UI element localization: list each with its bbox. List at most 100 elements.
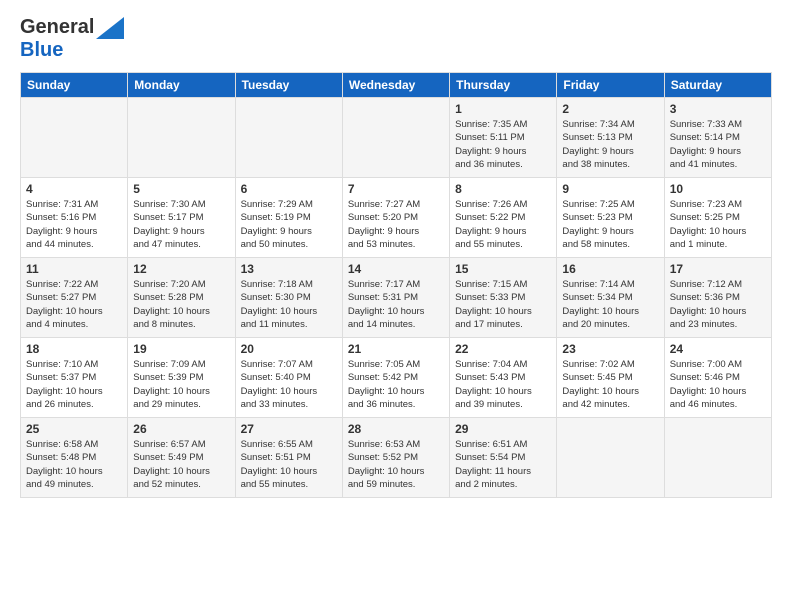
day-info: Sunrise: 7:15 AM Sunset: 5:33 PM Dayligh… (455, 278, 551, 331)
day-cell (557, 418, 664, 498)
day-cell (21, 98, 128, 178)
day-number: 6 (241, 182, 337, 196)
day-info: Sunrise: 7:25 AM Sunset: 5:23 PM Dayligh… (562, 198, 658, 251)
header-row: SundayMondayTuesdayWednesdayThursdayFrid… (21, 73, 772, 98)
day-cell: 5 Sunrise: 7:30 AM Sunset: 5:17 PM Daylig… (128, 178, 235, 258)
day-cell: 8 Sunrise: 7:26 AM Sunset: 5:22 PM Daylig… (450, 178, 557, 258)
day-cell: 3 Sunrise: 7:33 AM Sunset: 5:14 PM Daylig… (664, 98, 771, 178)
day-number: 18 (26, 342, 122, 356)
day-cell (664, 418, 771, 498)
day-info: Sunrise: 6:58 AM Sunset: 5:48 PM Dayligh… (26, 438, 122, 491)
day-cell (342, 98, 449, 178)
day-number: 11 (26, 262, 122, 276)
day-info: Sunrise: 7:34 AM Sunset: 5:13 PM Dayligh… (562, 118, 658, 171)
day-number: 28 (348, 422, 444, 436)
day-number: 9 (562, 182, 658, 196)
day-info: Sunrise: 7:04 AM Sunset: 5:43 PM Dayligh… (455, 358, 551, 411)
day-cell: 12 Sunrise: 7:20 AM Sunset: 5:28 PM Dayli… (128, 258, 235, 338)
day-cell: 10 Sunrise: 7:23 AM Sunset: 5:25 PM Dayli… (664, 178, 771, 258)
week-row-5: 25 Sunrise: 6:58 AM Sunset: 5:48 PM Dayli… (21, 418, 772, 498)
day-info: Sunrise: 7:30 AM Sunset: 5:17 PM Dayligh… (133, 198, 229, 251)
day-cell: 26Sunrise: 6:57 AM Sunset: 5:49 PM Dayli… (128, 418, 235, 498)
day-info: Sunrise: 7:23 AM Sunset: 5:25 PM Dayligh… (670, 198, 766, 251)
day-cell: 4 Sunrise: 7:31 AM Sunset: 5:16 PM Daylig… (21, 178, 128, 258)
day-number: 14 (348, 262, 444, 276)
day-number: 3 (670, 102, 766, 116)
day-number: 1 (455, 102, 551, 116)
day-cell: 15 Sunrise: 7:15 AM Sunset: 5:33 PM Dayli… (450, 258, 557, 338)
day-number: 26 (133, 422, 229, 436)
day-number: 10 (670, 182, 766, 196)
day-number: 2 (562, 102, 658, 116)
day-number: 15 (455, 262, 551, 276)
day-cell: 27Sunrise: 6:55 AM Sunset: 5:51 PM Dayli… (235, 418, 342, 498)
day-cell: 18 Sunrise: 7:10 AM Sunset: 5:37 PM Dayli… (21, 338, 128, 418)
day-number: 12 (133, 262, 229, 276)
day-number: 16 (562, 262, 658, 276)
day-number: 22 (455, 342, 551, 356)
day-info: Sunrise: 7:27 AM Sunset: 5:20 PM Dayligh… (348, 198, 444, 251)
day-cell: 29 Sunrise: 6:51 AM Sunset: 5:54 PM Dayli… (450, 418, 557, 498)
logo-blue: Blue (20, 39, 124, 62)
week-row-3: 11 Sunrise: 7:22 AM Sunset: 5:27 PM Dayli… (21, 258, 772, 338)
col-header-friday: Friday (557, 73, 664, 98)
day-cell: 19 Sunrise: 7:09 AM Sunset: 5:39 PM Dayli… (128, 338, 235, 418)
col-header-monday: Monday (128, 73, 235, 98)
day-cell: 1 Sunrise: 7:35 AM Sunset: 5:11 PM Daylig… (450, 98, 557, 178)
day-cell: 7 Sunrise: 7:27 AM Sunset: 5:20 PM Daylig… (342, 178, 449, 258)
day-info: Sunrise: 7:18 AM Sunset: 5:30 PM Dayligh… (241, 278, 337, 331)
header: General Blue (20, 16, 772, 62)
page: General Blue SundayMondayTuesdayWednesda… (0, 0, 792, 508)
calendar-table: SundayMondayTuesdayWednesdayThursdayFrid… (20, 72, 772, 498)
day-info: Sunrise: 7:14 AM Sunset: 5:34 PM Dayligh… (562, 278, 658, 331)
day-info: Sunrise: 7:07 AM Sunset: 5:40 PM Dayligh… (241, 358, 337, 411)
day-cell: 23Sunrise: 7:02 AM Sunset: 5:45 PM Dayli… (557, 338, 664, 418)
day-info: Sunrise: 7:12 AM Sunset: 5:36 PM Dayligh… (670, 278, 766, 331)
day-cell: 2 Sunrise: 7:34 AM Sunset: 5:13 PM Daylig… (557, 98, 664, 178)
day-number: 29 (455, 422, 551, 436)
day-info: Sunrise: 7:22 AM Sunset: 5:27 PM Dayligh… (26, 278, 122, 331)
day-number: 23 (562, 342, 658, 356)
day-cell: 13 Sunrise: 7:18 AM Sunset: 5:30 PM Dayli… (235, 258, 342, 338)
week-row-1: 1 Sunrise: 7:35 AM Sunset: 5:11 PM Daylig… (21, 98, 772, 178)
day-info: Sunrise: 6:51 AM Sunset: 5:54 PM Dayligh… (455, 438, 551, 491)
col-header-wednesday: Wednesday (342, 73, 449, 98)
col-header-sunday: Sunday (21, 73, 128, 98)
day-info: Sunrise: 7:17 AM Sunset: 5:31 PM Dayligh… (348, 278, 444, 331)
col-header-saturday: Saturday (664, 73, 771, 98)
day-cell: 25 Sunrise: 6:58 AM Sunset: 5:48 PM Dayli… (21, 418, 128, 498)
col-header-tuesday: Tuesday (235, 73, 342, 98)
day-number: 7 (348, 182, 444, 196)
day-number: 5 (133, 182, 229, 196)
day-cell: 24Sunrise: 7:00 AM Sunset: 5:46 PM Dayli… (664, 338, 771, 418)
day-cell: 6Sunrise: 7:29 AM Sunset: 5:19 PM Daylig… (235, 178, 342, 258)
day-number: 4 (26, 182, 122, 196)
day-cell (128, 98, 235, 178)
day-info: Sunrise: 7:26 AM Sunset: 5:22 PM Dayligh… (455, 198, 551, 251)
day-info: Sunrise: 7:20 AM Sunset: 5:28 PM Dayligh… (133, 278, 229, 331)
day-number: 27 (241, 422, 337, 436)
day-cell (235, 98, 342, 178)
day-number: 13 (241, 262, 337, 276)
day-info: Sunrise: 7:00 AM Sunset: 5:46 PM Dayligh… (670, 358, 766, 411)
day-info: Sunrise: 6:53 AM Sunset: 5:52 PM Dayligh… (348, 438, 444, 491)
day-number: 21 (348, 342, 444, 356)
day-cell: 16 Sunrise: 7:14 AM Sunset: 5:34 PM Dayli… (557, 258, 664, 338)
day-cell: 22 Sunrise: 7:04 AM Sunset: 5:43 PM Dayli… (450, 338, 557, 418)
day-info: Sunrise: 7:10 AM Sunset: 5:37 PM Dayligh… (26, 358, 122, 411)
day-info: Sunrise: 7:35 AM Sunset: 5:11 PM Dayligh… (455, 118, 551, 171)
day-number: 20 (241, 342, 337, 356)
day-info: Sunrise: 7:09 AM Sunset: 5:39 PM Dayligh… (133, 358, 229, 411)
day-number: 25 (26, 422, 122, 436)
day-cell: 20 Sunrise: 7:07 AM Sunset: 5:40 PM Dayli… (235, 338, 342, 418)
logo: General Blue (20, 16, 124, 62)
day-number: 19 (133, 342, 229, 356)
day-cell: 11 Sunrise: 7:22 AM Sunset: 5:27 PM Dayli… (21, 258, 128, 338)
day-cell: 28 Sunrise: 6:53 AM Sunset: 5:52 PM Dayli… (342, 418, 449, 498)
day-info: Sunrise: 7:31 AM Sunset: 5:16 PM Dayligh… (26, 198, 122, 251)
day-number: 8 (455, 182, 551, 196)
day-info: Sunrise: 7:33 AM Sunset: 5:14 PM Dayligh… (670, 118, 766, 171)
day-cell: 17Sunrise: 7:12 AM Sunset: 5:36 PM Dayli… (664, 258, 771, 338)
col-header-thursday: Thursday (450, 73, 557, 98)
day-cell: 14 Sunrise: 7:17 AM Sunset: 5:31 PM Dayli… (342, 258, 449, 338)
